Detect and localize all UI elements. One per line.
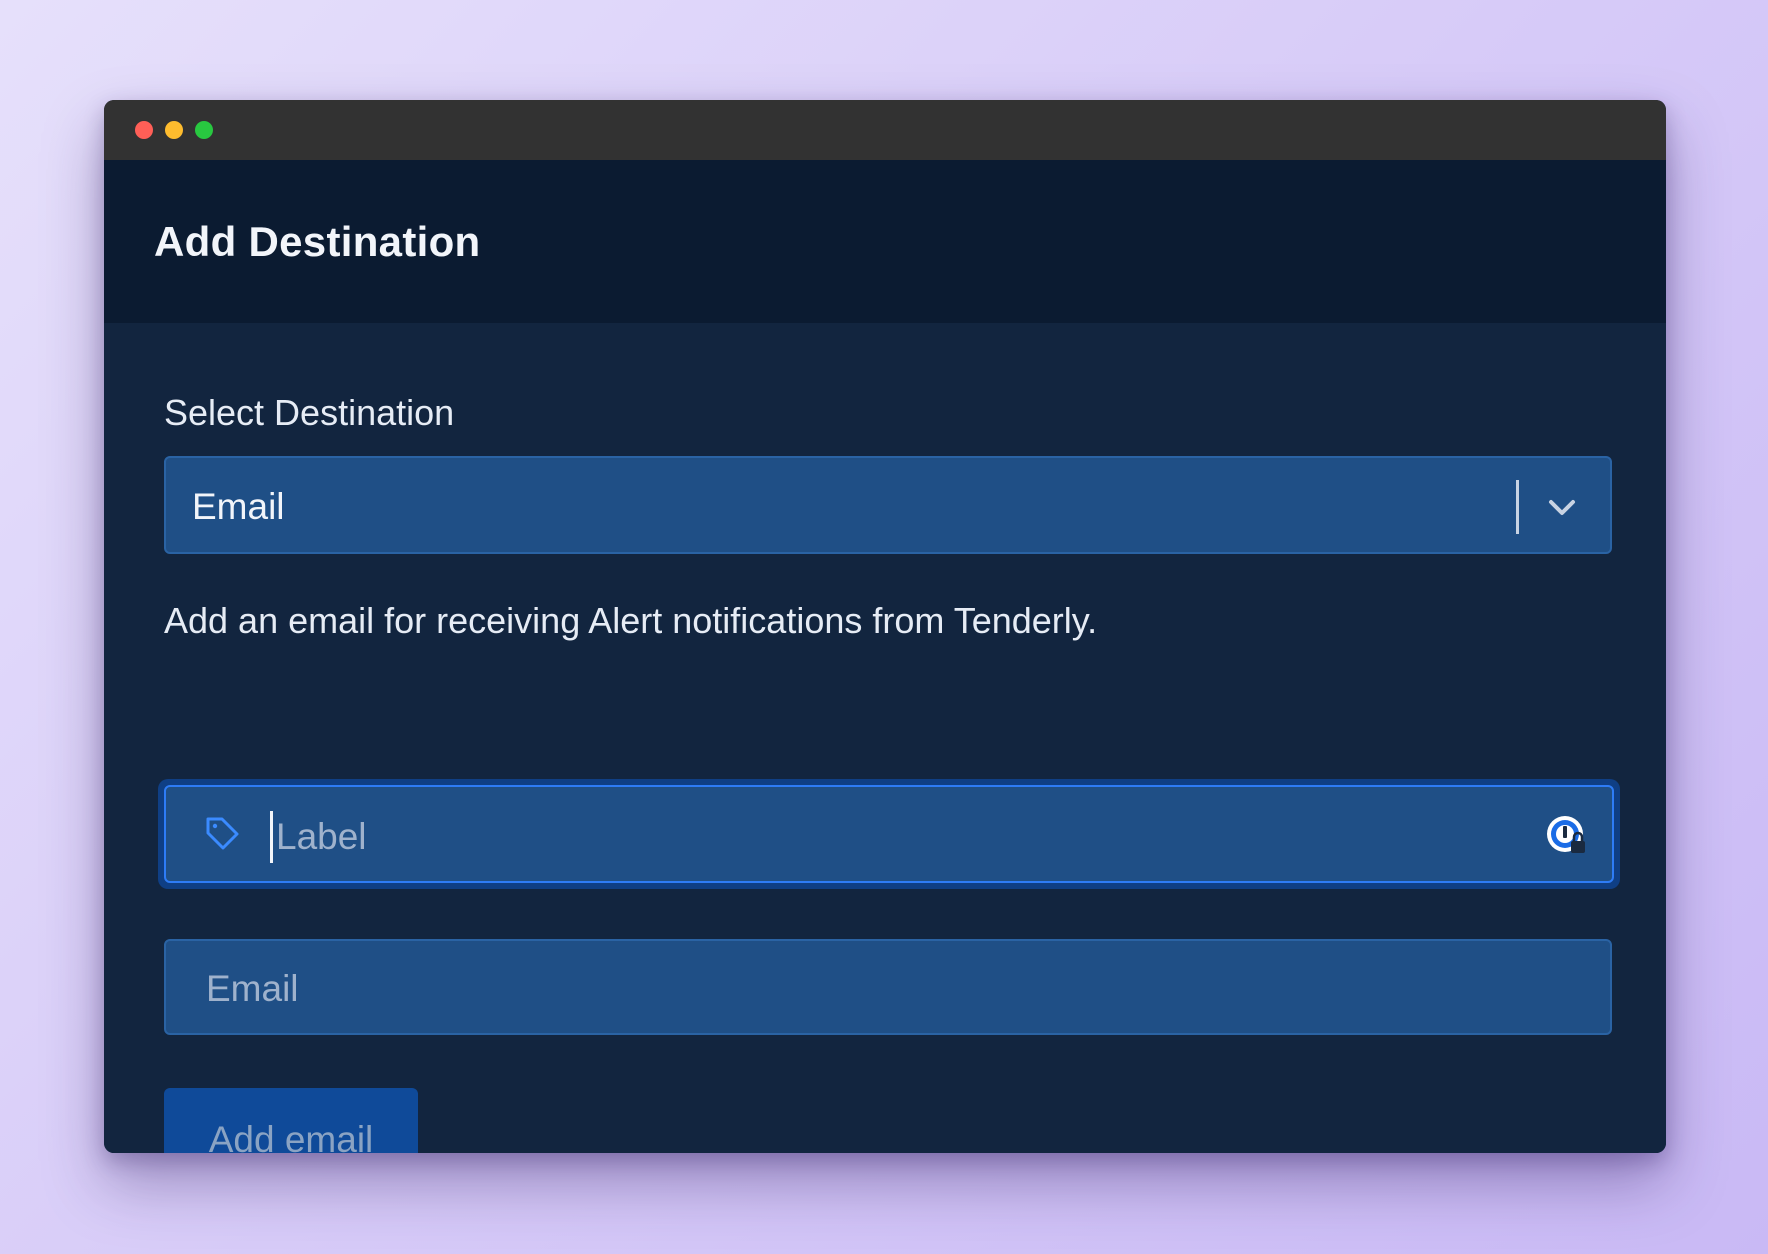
select-separator [1516, 480, 1519, 534]
add-email-button[interactable]: Add email [164, 1088, 418, 1153]
page-title: Add Destination [154, 218, 481, 265]
dialog-header: Add Destination [104, 160, 1666, 323]
password-manager-icon[interactable] [1544, 813, 1590, 859]
tag-icon [206, 817, 239, 850]
destination-label: Select Destination [164, 392, 455, 433]
minimize-window-button[interactable] [165, 121, 183, 139]
destination-description: Add an email for receiving Alert notific… [164, 600, 1098, 641]
chevron-down-icon[interactable] [1542, 488, 1582, 528]
label-field[interactable] [164, 785, 1614, 883]
dialog-body: Select Destination Email Add an email fo… [104, 323, 1666, 1153]
window-titlebar [104, 100, 1666, 160]
email-field[interactable] [164, 939, 1612, 1035]
label-input[interactable] [276, 815, 1476, 859]
email-input[interactable] [206, 967, 1566, 1011]
text-caret [270, 811, 273, 863]
label-field-focus-ring [158, 779, 1620, 889]
destination-select-value: Email [192, 486, 285, 527]
app-window: Add Destination Select Destination Email… [104, 100, 1666, 1153]
destination-select[interactable]: Email [164, 456, 1612, 554]
maximize-window-button[interactable] [195, 121, 213, 139]
close-window-button[interactable] [135, 121, 153, 139]
